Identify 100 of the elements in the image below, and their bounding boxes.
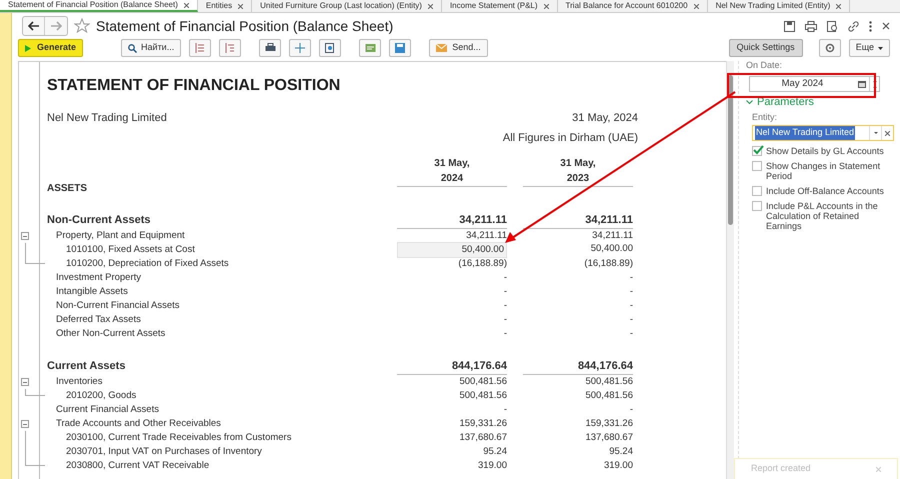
move-button[interactable]	[289, 39, 312, 57]
row-label: Other Non-Current Assets	[55, 326, 166, 341]
row-label: 2010200, Goods	[65, 388, 138, 403]
close-icon[interactable]	[184, 2, 189, 8]
column-header: 31 May, 2024	[397, 156, 507, 187]
row-label: Property, Plant and Equipment	[55, 228, 186, 243]
value-cell: 844,176.64	[397, 358, 507, 374]
row-label: 2030100, Current Trade Receivables from Customers	[65, 430, 292, 445]
scrollbar[interactable]	[726, 61, 734, 479]
value-cell-text: -	[502, 270, 507, 285]
edit-button[interactable]	[359, 39, 382, 57]
option-label: Include P&L Accounts in the Calculation of Retained Earnings	[766, 201, 879, 231]
search-icon	[128, 44, 138, 52]
checkbox[interactable]	[752, 201, 762, 211]
row-label: Trade Accounts and Other Receivables	[55, 416, 222, 431]
value-cell-text: 500,481.56	[584, 374, 633, 389]
window-title: Statement of Financial Position (Balance Sheet)	[96, 16, 394, 36]
tab[interactable]: Trial Balance for Account 6010200	[558, 0, 708, 12]
tab[interactable]: Income Statement (P&L)	[442, 0, 558, 12]
report-date: 31 May, 2024	[572, 111, 638, 126]
value-cell: 50,400.00	[397, 242, 507, 258]
checkbox[interactable]	[752, 186, 762, 196]
expand-groups-button[interactable]	[189, 39, 212, 57]
value-cell: 34,211.11	[397, 212, 507, 228]
value-cell-text: -	[628, 270, 633, 285]
chevron-icon	[746, 100, 753, 105]
find-button[interactable]: Найти...	[121, 39, 182, 57]
value-cell-text: 34,211.11	[465, 228, 507, 243]
tree-line	[25, 243, 45, 264]
tree-line	[25, 431, 45, 466]
link-icon[interactable]	[848, 20, 859, 32]
close-icon[interactable]	[836, 4, 842, 8]
collapse-toggle[interactable]	[21, 232, 29, 240]
quick-settings-button[interactable]: Quick Settings	[728, 39, 803, 57]
close-icon[interactable]	[238, 4, 244, 8]
value-cell-text: 500,481.56	[458, 374, 507, 389]
value-cell-text: -	[502, 284, 507, 299]
indented-list-icon	[225, 43, 236, 53]
value-cell-text: 500,481.56	[458, 388, 507, 403]
clear-icon[interactable]	[881, 126, 893, 140]
close-icon[interactable]	[428, 4, 433, 8]
row-label: 2030800, Current VAT Receivable	[65, 458, 210, 473]
close-icon[interactable]	[544, 4, 549, 8]
row-label: 2030701, Input VAT on Purchases of Inventory	[65, 444, 263, 459]
value-cell-text: 159,331.26	[584, 416, 633, 431]
value-cell-text: -	[628, 284, 633, 299]
value-cell-text: 319.00	[476, 458, 507, 473]
tab[interactable]: United Furniture Group (Last location) (Entity)	[252, 0, 442, 12]
tab[interactable]: Nel New Trading Limited (Entity)	[708, 0, 850, 12]
more-icon[interactable]	[869, 20, 872, 32]
entity-name: Nel New Trading Limited	[47, 111, 167, 126]
value-cell-text: 34,211.11	[591, 228, 633, 243]
currency-note: All Figures in Dirham (UAE)	[502, 130, 638, 146]
column-header: 31 May, 2023	[523, 156, 633, 187]
calendar-icon[interactable]	[858, 80, 866, 88]
date-field[interactable]: May 2024	[749, 76, 880, 92]
value-cell-text: (16,188.89)	[583, 256, 633, 271]
checkbox[interactable]	[752, 146, 762, 156]
settings-button[interactable]	[818, 39, 841, 57]
tab[interactable]: Entities	[198, 0, 252, 12]
close-icon[interactable]	[694, 4, 699, 8]
entity-field[interactable]: Nel New Trading Limited	[752, 125, 894, 141]
save-icon[interactable]	[784, 20, 795, 32]
collapse-toggle[interactable]	[21, 420, 29, 428]
send-button[interactable]: Send...	[429, 39, 488, 57]
tab[interactable]: Statement of Financial Position (Balance Sheet)	[0, 0, 198, 12]
gear-icon	[824, 43, 835, 53]
option-label: Include Off-Balance Accounts	[766, 186, 884, 196]
report-title: STATEMENT OF FINANCIAL POSITION	[47, 76, 342, 96]
value-cell-text: -	[502, 402, 507, 417]
section-label: Non-Current Assets	[47, 212, 152, 228]
option-label: Show Changes in Statement Period	[766, 161, 882, 181]
checkbox[interactable]	[752, 161, 762, 171]
value-cell-text: 50,400.00	[590, 242, 633, 256]
collapse-groups-button[interactable]	[219, 39, 242, 57]
save-button[interactable]	[389, 39, 412, 57]
page-zoom-icon	[325, 43, 336, 53]
left-arrow-icon	[28, 21, 40, 31]
print-icon	[264, 43, 276, 53]
print-icon[interactable]	[805, 20, 817, 32]
value-cell-text: 319.00	[602, 458, 633, 473]
more-button[interactable]: Еще	[848, 39, 890, 57]
value-cell-text: 95.24	[482, 444, 507, 459]
print-button[interactable]	[259, 39, 282, 57]
heading-label: ASSETS	[47, 182, 88, 196]
cross-arrows-icon	[295, 43, 306, 53]
value-cell-text: (16,188.89)	[457, 256, 507, 271]
star-icon[interactable]	[74, 18, 90, 34]
value-cell-text: -	[502, 326, 507, 341]
value-cell-text: 500,481.56	[584, 388, 633, 403]
generate-button[interactable]: Generate	[18, 39, 84, 57]
zoom-button[interactable]	[319, 39, 342, 57]
preview-icon[interactable]	[827, 20, 838, 32]
close-icon[interactable]	[882, 22, 890, 30]
row-label: Investment Property	[55, 270, 142, 285]
collapse-toggle[interactable]	[21, 378, 29, 386]
field-label: Entity:	[752, 110, 778, 124]
row-label: 1010100, Fixed Assets at Cost	[65, 242, 196, 257]
row-label: Intangible Assets	[55, 284, 129, 299]
value-cell: 844,176.64	[523, 358, 633, 374]
